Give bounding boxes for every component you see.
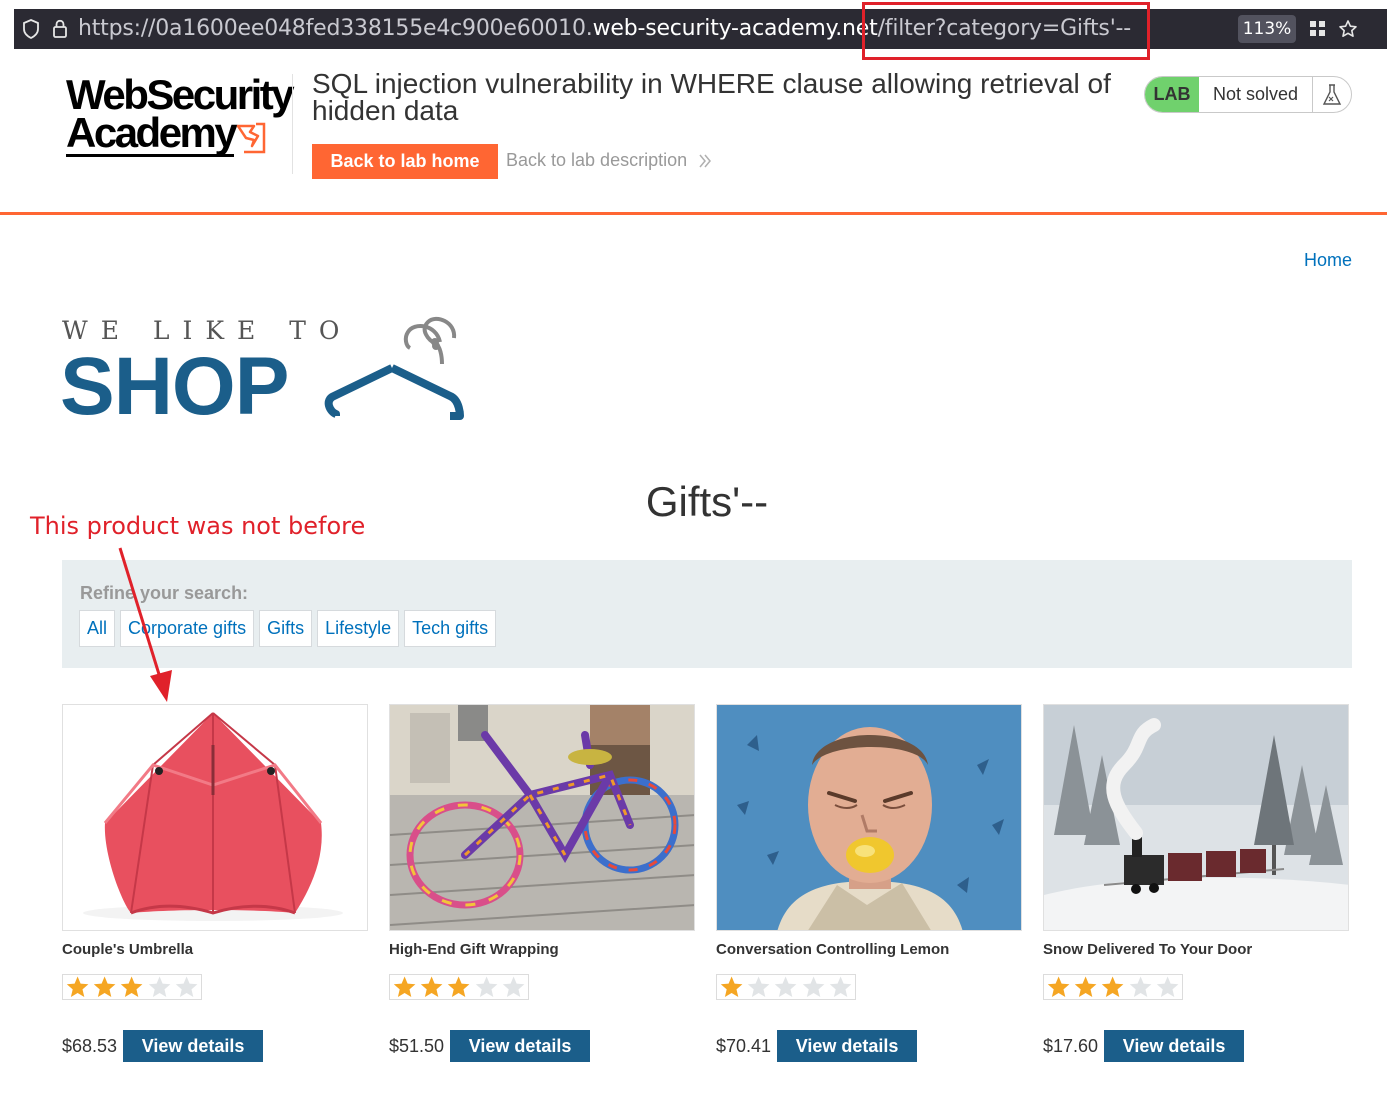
filter-tech-gifts[interactable]: Tech gifts <box>404 610 497 647</box>
star-filled-icon <box>421 976 443 997</box>
product-image-umbrella[interactable] <box>62 704 368 931</box>
product-card: Conversation Controlling Lemon $70.41 Vi… <box>716 704 1022 1062</box>
annotation-text: This product was not before <box>30 512 366 540</box>
star-empty-icon <box>148 976 171 997</box>
price-row: $70.41 View details <box>716 1030 1022 1062</box>
lab-title: SQL injection vulnerability in WHERE cla… <box>312 68 1111 126</box>
product-rating <box>62 974 202 1000</box>
zoom-level-button[interactable]: 113% <box>1238 15 1296 43</box>
product-name: Couple's Umbrella <box>62 941 194 958</box>
url-highlight-box <box>862 2 1150 60</box>
star-empty-icon <box>175 976 198 997</box>
lab-flask-cell <box>1313 77 1351 112</box>
star-empty-icon <box>829 976 852 997</box>
view-details-button[interactable]: View details <box>450 1030 591 1062</box>
extensions-grid-icon[interactable] <box>1310 21 1326 37</box>
star-filled-icon <box>448 976 470 997</box>
home-link[interactable]: Home <box>1304 250 1352 271</box>
view-details-button[interactable]: View details <box>777 1030 918 1062</box>
filter-lifestyle[interactable]: Lifestyle <box>317 610 400 647</box>
lock-icon[interactable] <box>52 19 68 39</box>
star-filled-icon <box>720 976 743 997</box>
logo-line2: Academy <box>66 109 238 156</box>
star-filled-icon <box>393 976 416 997</box>
bookmark-star-icon[interactable] <box>1338 19 1358 39</box>
hanger-icon <box>324 316 464 420</box>
star-filled-icon <box>1047 976 1070 997</box>
logo-underline <box>66 154 234 157</box>
academy-header: WebSecurity Academy SQL injection vulner… <box>0 60 1387 215</box>
star-filled-icon <box>1102 976 1124 997</box>
star-filled-icon <box>94 976 116 997</box>
header-divider <box>292 74 293 174</box>
star-filled-icon <box>121 976 143 997</box>
star-filled-icon <box>66 976 89 997</box>
annotation-arrow-icon <box>118 547 172 702</box>
url-host: web-security-academy.net <box>592 16 878 41</box>
product-rating <box>389 974 529 1000</box>
product-price: $51.50 <box>389 1035 445 1056</box>
product-rating <box>716 974 856 1000</box>
product-image-snow-train[interactable] <box>1043 704 1349 931</box>
price-row: $68.53 View details <box>62 1030 368 1062</box>
back-to-lab-home-button[interactable]: Back to lab home <box>312 144 498 179</box>
flask-icon <box>1322 83 1342 105</box>
product-price: $68.53 <box>62 1035 118 1056</box>
product-name: Conversation Controlling Lemon <box>716 941 950 958</box>
web-security-academy-logo[interactable]: WebSecurity Academy <box>64 74 295 164</box>
shop-brand: SHOP <box>60 341 289 432</box>
double-chevron-right-icon <box>699 154 711 168</box>
back-to-lab-description-link[interactable]: Back to lab description <box>506 150 687 171</box>
filter-panel: Refine your search: All Corporate gifts … <box>62 560 1352 668</box>
star-empty-icon <box>475 976 498 997</box>
product-image-lemon[interactable] <box>716 704 1022 931</box>
product-image-bicycle[interactable] <box>389 704 695 931</box>
product-card: Couple's Umbrella $68.53 View details <box>62 704 368 1062</box>
browser-toolbar: https://0a1600ee048fed338155e4c900e60010… <box>0 0 1387 60</box>
product-name: Snow Delivered To Your Door <box>1043 941 1253 958</box>
url-prefix: https://0a1600ee048fed338155e4c900e60010… <box>78 16 593 41</box>
star-empty-icon <box>1129 976 1152 997</box>
star-empty-icon <box>802 976 825 997</box>
lab-status-widget: LAB Not solved <box>1144 76 1352 113</box>
shield-icon[interactable] <box>22 19 40 39</box>
address-bar[interactable]: https://0a1600ee048fed338155e4c900e60010… <box>14 9 1387 49</box>
star-empty-icon <box>1156 976 1179 997</box>
product-name: High-End Gift Wrapping <box>389 941 559 958</box>
we-like-to-shop-logo: WE LIKE TO SHOP <box>60 316 464 432</box>
view-details-button[interactable]: View details <box>1104 1030 1245 1062</box>
academy-bolt-icon <box>236 122 266 154</box>
product-card: High-End Gift Wrapping $51.50 View detai… <box>389 704 695 1062</box>
price-row: $51.50 View details <box>389 1030 695 1062</box>
product-price: $70.41 <box>716 1035 772 1056</box>
lab-badge: LAB <box>1145 77 1199 112</box>
filter-gifts[interactable]: Gifts <box>259 610 313 647</box>
star-empty-icon <box>748 976 770 997</box>
price-row: $17.60 View details <box>1043 1030 1349 1062</box>
lab-status-text: Not solved <box>1199 77 1313 112</box>
product-card: Snow Delivered To Your Door $17.60 View … <box>1043 704 1349 1062</box>
star-filled-icon <box>1075 976 1097 997</box>
product-rating <box>1043 974 1183 1000</box>
product-price: $17.60 <box>1043 1035 1099 1056</box>
star-empty-icon <box>502 976 525 997</box>
star-empty-icon <box>775 976 797 997</box>
view-details-button[interactable]: View details <box>123 1030 264 1062</box>
